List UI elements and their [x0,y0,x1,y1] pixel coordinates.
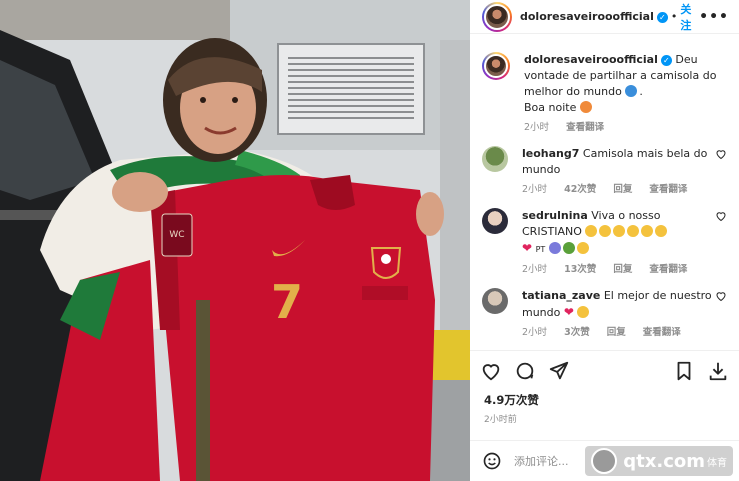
caption-time: 2小时 [524,122,550,133]
like-heart-icon[interactable] [480,360,502,382]
emoji-picker-icon[interactable] [482,451,502,471]
author-avatar[interactable] [482,1,512,32]
smiling-emoji-icon [577,306,590,318]
commenter-avatar[interactable] [482,208,508,234]
follow-button[interactable]: 关注 [680,1,699,33]
comment-likes[interactable]: 3次赞 [564,327,590,338]
verified-badge-icon: ✓ [660,54,672,66]
comment-username[interactable]: sedrulnina [522,209,588,222]
comments-list[interactable]: doloresaveirooofficial ✓ Deu vontade de p… [470,40,739,348]
emoji-icon [576,242,589,254]
watermark-logo-icon [591,448,618,474]
verified-badge-icon: ✓ [656,11,668,23]
heart-icon[interactable] [715,290,727,302]
praying-hands-emoji-icon [599,225,612,237]
comment-translate-link[interactable]: 查看翻译 [649,264,687,275]
comment-time: 2小时 [522,327,548,338]
commenter-avatar[interactable] [482,288,508,314]
comment-reply-button[interactable]: 回复 [613,264,632,275]
post-image: WC 7 [0,0,470,481]
bookmark-icon[interactable] [673,360,695,382]
praying-hands-emoji-icon [655,225,668,237]
flag-tag: PT [535,245,546,254]
red-heart-emoji-icon: ❤ [522,241,533,255]
watermark-tag: 体育 [707,457,727,469]
caption-avatar[interactable] [482,52,510,80]
header-separator: • [670,10,678,23]
heart-icon[interactable] [715,148,727,160]
praying-hands-emoji-icon [627,225,640,237]
comment-time: 2小时 [522,264,548,275]
comment-username[interactable]: tatiana_zave [522,289,600,302]
red-heart-emoji-icon: ❤ [563,305,574,319]
download-icon[interactable] [707,360,729,382]
watermark-site: qtx.com [623,450,705,472]
comment-translate-link[interactable]: 查看翻译 [649,184,687,195]
post-actions-bar [470,350,739,390]
emoji-icon [562,242,575,254]
post-side-panel: doloresaveirooofficial ✓ • 关注 ••• dolores… [470,0,739,481]
caption-username[interactable]: doloresaveirooofficial [524,53,658,66]
comment-item: leohang7 Camisola mais bela do mundo 2小时… [482,146,729,198]
post-like-count[interactable]: 4.9万次赞 [484,392,539,408]
blushing-emoji-icon [579,101,592,113]
praying-hands-emoji-icon [613,225,626,237]
comment-username[interactable]: leohang7 [522,147,579,160]
caption-translate-link[interactable]: 查看翻译 [566,122,604,133]
heart-icon[interactable] [715,210,727,222]
more-options-icon[interactable]: ••• [699,9,729,25]
caption: doloresaveirooofficial ✓ Deu vontade de p… [482,52,729,136]
praying-hands-emoji-icon [641,225,654,237]
comment-item: sedrulnina Viva o nosso CRISTIANO ❤ PT 2… [482,208,729,278]
post-header: doloresaveirooofficial ✓ • 关注 ••• [470,0,739,34]
comment-bubble-icon[interactable] [514,360,536,382]
author-username[interactable]: doloresaveirooofficial ✓ [520,10,668,23]
comment-item: tatiana_zave El mejor de nuestro mundo ❤… [482,288,729,341]
emoji-icon [548,242,561,254]
commenter-avatar[interactable] [482,146,508,172]
praying-hands-emoji-icon [585,225,598,237]
site-watermark: qtx.com 体育 [585,446,733,476]
comment-likes[interactable]: 42次赞 [564,184,596,195]
post-timestamp: 2小时前 [484,415,517,425]
comment-likes[interactable]: 13次赞 [564,264,596,275]
comment-reply-button[interactable]: 回复 [613,184,632,195]
comment-time: 2小时 [522,184,548,195]
post-photo[interactable]: WC 7 [0,0,470,481]
share-send-icon[interactable] [548,360,570,382]
svg-text:WC: WC [169,230,184,240]
caption-text-line2: Boa noite [524,101,577,114]
comment-translate-link[interactable]: 查看翻译 [643,327,681,338]
comment-reply-button[interactable]: 回复 [607,327,626,338]
jersey-number: 7 [271,275,303,329]
globe-emoji-icon [625,85,638,97]
